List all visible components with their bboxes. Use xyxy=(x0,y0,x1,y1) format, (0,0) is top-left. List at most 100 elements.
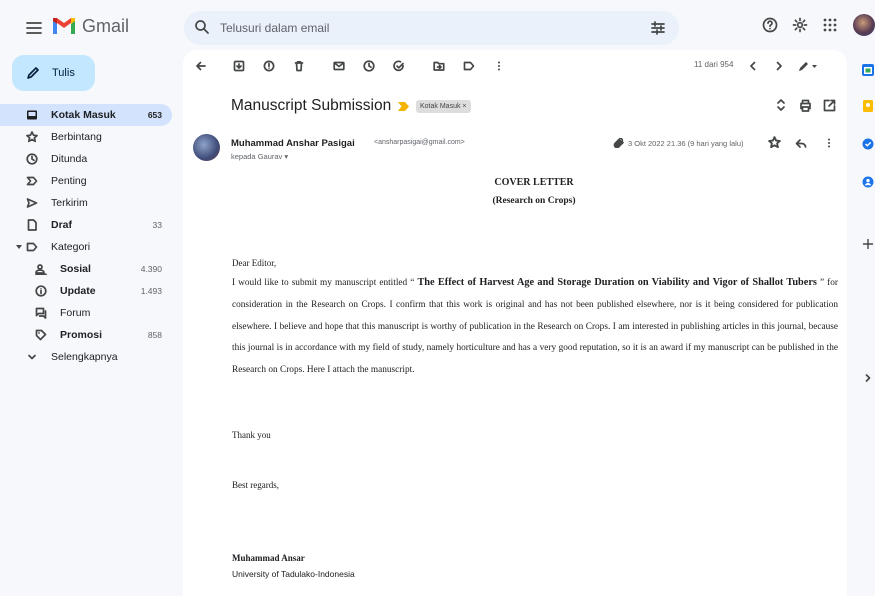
unfold-icon xyxy=(777,99,785,111)
mail-icon xyxy=(333,61,345,71)
sidebar-item-label: Forum xyxy=(60,307,91,319)
sidebar-item-label: Kategori xyxy=(51,241,91,253)
letter-title: COVER LETTER xyxy=(494,177,574,188)
info-icon xyxy=(35,285,47,297)
sidebar-item-inbox[interactable]: Kotak Masuk 653 xyxy=(0,104,172,126)
apps-grid-icon[interactable] xyxy=(822,17,838,33)
add-to-tasks-button[interactable] xyxy=(393,60,405,72)
manuscript-title: The Effect of Harvest Age and Storage Du… xyxy=(417,277,817,288)
sidebar-item-count: 4.390 xyxy=(140,264,162,274)
compose-button[interactable]: Tulis xyxy=(12,55,95,91)
search-options-icon[interactable] xyxy=(650,20,666,36)
keep-app-icon[interactable] xyxy=(862,100,874,112)
sidebar-item-snoozed[interactable]: Ditunda xyxy=(0,148,172,170)
help-icon[interactable] xyxy=(762,17,778,33)
pagination-text: 11 dari 954 xyxy=(694,60,734,69)
sidebar-item-label: Terkirim xyxy=(51,197,88,209)
sender-avatar[interactable] xyxy=(193,134,220,161)
older-button[interactable] xyxy=(773,60,785,72)
sidebar-item-important[interactable]: Penting xyxy=(0,170,172,192)
letter-salutation: Dear Editor, xyxy=(232,258,277,268)
main-menu-button[interactable] xyxy=(24,18,44,38)
chevron-left-icon xyxy=(750,61,756,71)
letter-thanks: Thank you xyxy=(232,430,271,440)
open-in-new-icon xyxy=(823,99,836,112)
more-options-button[interactable] xyxy=(493,60,505,72)
search-bar[interactable] xyxy=(184,11,679,45)
reply-icon xyxy=(795,139,807,148)
input-tools-button[interactable] xyxy=(797,60,819,72)
star-icon xyxy=(26,131,38,143)
trash-icon xyxy=(294,60,304,72)
letter-subtitle: (Research on Crops) xyxy=(492,196,576,206)
sidebar-item-label: Selengkapnya xyxy=(51,351,118,363)
sidebar-item-count: 33 xyxy=(152,220,162,230)
sidebar-item-label: Promosi xyxy=(60,329,103,341)
sidebar-item-promotions[interactable]: Promosi 858 xyxy=(0,324,172,346)
expand-all-button[interactable] xyxy=(775,98,787,112)
letter-closing: Best regards, xyxy=(232,480,279,490)
print-button[interactable] xyxy=(799,99,812,112)
sidebar-item-starred[interactable]: Berbintang xyxy=(0,126,172,148)
sender-name[interactable]: Muhammad Anshar Pasigai xyxy=(231,138,355,149)
account-avatar[interactable] xyxy=(853,14,875,36)
reply-button[interactable] xyxy=(795,137,807,149)
sidebar-item-more[interactable]: Selengkapnya xyxy=(0,346,172,368)
pen-dropdown-icon xyxy=(799,62,817,71)
search-icon[interactable] xyxy=(194,19,210,35)
expand-caret-icon[interactable] xyxy=(16,244,22,250)
mark-unread-button[interactable] xyxy=(333,60,345,72)
open-in-new-window-button[interactable] xyxy=(823,99,836,112)
draft-file-icon xyxy=(26,219,38,231)
important-marker-icon[interactable] xyxy=(398,102,409,111)
clock-icon xyxy=(363,60,375,72)
labels-button[interactable] xyxy=(463,60,475,72)
sidebar-item-count: 653 xyxy=(147,110,162,120)
sidebar-item-social[interactable]: Sosial 4.390 xyxy=(0,258,172,280)
sidebar-item-label: Penting xyxy=(51,175,87,187)
more-vertical-icon xyxy=(828,138,830,148)
signature-name: Muhammad Ansar xyxy=(232,553,305,563)
pencil-icon xyxy=(27,67,39,79)
message-more-button[interactable] xyxy=(823,137,835,149)
archive-button[interactable] xyxy=(233,60,245,72)
get-addons-icon[interactable] xyxy=(862,238,874,250)
inbox-icon xyxy=(26,109,38,121)
clock-icon xyxy=(26,153,38,165)
recipient-details-toggle[interactable]: kepada Gaurav ▾ xyxy=(231,152,288,161)
chevron-right-icon xyxy=(776,61,782,71)
email-view: 11 dari 954 Manuscript Submission Kotak … xyxy=(183,50,847,596)
report-spam-button[interactable] xyxy=(263,60,275,72)
move-to-button[interactable] xyxy=(433,60,445,72)
sidebar-item-categories[interactable]: Kategori xyxy=(0,236,172,258)
gmail-logo-icon[interactable] xyxy=(52,16,76,36)
sidebar-item-drafts[interactable]: Draf 33 xyxy=(0,214,172,236)
star-button[interactable] xyxy=(768,136,781,149)
more-vertical-icon xyxy=(498,61,500,71)
label-tag-icon xyxy=(26,241,38,253)
search-input[interactable] xyxy=(220,18,600,38)
snooze-button[interactable] xyxy=(363,60,375,72)
attachment-icon xyxy=(613,138,625,148)
show-side-panel-icon[interactable] xyxy=(862,372,874,384)
contacts-app-icon[interactable] xyxy=(862,176,874,188)
calendar-app-icon[interactable] xyxy=(862,64,874,76)
forum-icon xyxy=(35,307,47,319)
archive-icon xyxy=(233,60,245,72)
settings-gear-icon[interactable] xyxy=(792,17,808,33)
letter-body-intro: I would like to submit my manuscript ent… xyxy=(232,278,418,288)
sidebar-item-sent[interactable]: Terkirim xyxy=(0,192,172,214)
delete-button[interactable] xyxy=(293,60,305,72)
sidebar-item-forums[interactable]: Forum xyxy=(0,302,172,324)
send-icon xyxy=(26,197,38,209)
back-button[interactable] xyxy=(195,60,207,72)
inbox-label-chip[interactable]: Kotak Masuk × xyxy=(416,100,471,113)
star-icon xyxy=(768,136,781,149)
tasks-app-icon[interactable] xyxy=(862,138,874,150)
sidebar-item-updates[interactable]: Update 1.493 xyxy=(0,280,172,302)
important-icon xyxy=(26,175,38,187)
email-date: 3 Okt 2022 21.36 (9 hari yang lalu) xyxy=(628,139,744,148)
newer-button[interactable] xyxy=(747,60,759,72)
sidebar-item-label: Sosial xyxy=(60,263,91,275)
sidebar-item-label: Berbintang xyxy=(51,131,102,143)
